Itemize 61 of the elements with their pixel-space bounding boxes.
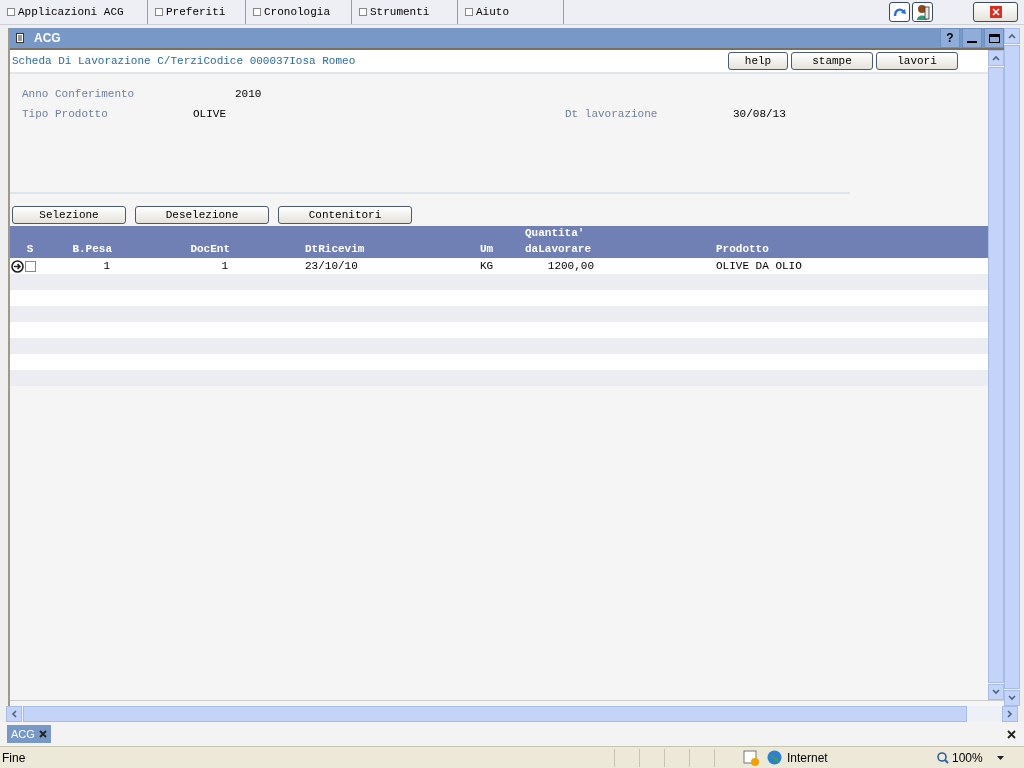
minimize-icon[interactable]: [962, 28, 982, 48]
status-text: Fine: [1, 749, 27, 767]
zoom-icon[interactable]: [937, 751, 949, 764]
refresh-icon[interactable]: [889, 2, 910, 22]
menu-item[interactable]: Strumenti: [352, 0, 458, 24]
field-label: Tipo Prodotto: [22, 107, 109, 120]
checkbox-icon: [155, 8, 163, 16]
action-button[interactable]: Selezione: [12, 206, 126, 224]
window-title: ACG: [34, 30, 61, 47]
zone-label: Internet: [787, 749, 829, 767]
column-header: S: [25, 242, 35, 257]
checkbox-icon: [253, 8, 261, 16]
form-title: Scheda Di Lavorazione C/TerziCodice 000037Iosa Romeo: [12, 53, 356, 69]
menu-item[interactable]: Aiuto: [458, 0, 564, 24]
globe-icon: [767, 750, 782, 765]
table-cell-text: 1200,00: [546, 258, 595, 274]
table-row[interactable]: 1 1 23/10/10 KG 1200,00 OLIVE DA OLIO: [10, 258, 988, 274]
table-cell-text: 23/10/10: [304, 258, 359, 274]
table-cell-text: KG: [479, 258, 495, 274]
close-button[interactable]: [973, 2, 1018, 22]
action-button[interactable]: Contenitori: [278, 206, 412, 224]
menu-item[interactable]: Applicazioni ACG: [0, 0, 148, 24]
field-label: Dt lavorazione: [565, 107, 659, 120]
column-header: B.Pesa: [71, 242, 113, 257]
field-value: 2010: [235, 87, 263, 100]
field-label: Anno Conferimento: [22, 87, 136, 100]
column-header: Um: [479, 242, 495, 257]
action-button[interactable]: lavori: [876, 52, 958, 70]
checkbox-icon: [465, 8, 473, 16]
column-header: DtRicevim: [304, 242, 366, 257]
table-cell-text: 1: [102, 258, 111, 274]
warning-icon: [743, 749, 759, 766]
column-header: Prodotto: [715, 242, 770, 257]
close-icon[interactable]: [1007, 729, 1016, 739]
column-header: Quantita' daLavorare: [524, 226, 592, 257]
checkbox-icon: [7, 8, 15, 16]
scroll-down-icon[interactable]: [1004, 690, 1020, 706]
column-header: DocEnt: [189, 242, 231, 257]
row-checkbox[interactable]: [25, 260, 36, 272]
field-value: 30/08/13: [733, 107, 787, 120]
action-button[interactable]: Deselezione: [135, 206, 269, 224]
table-cell-text: OLIVE DA OLIO: [715, 258, 803, 274]
field-value: OLIVE: [193, 107, 227, 120]
maximize-icon[interactable]: [984, 28, 1004, 48]
action-button[interactable]: help: [728, 52, 788, 70]
dropdown-icon[interactable]: [996, 755, 1004, 760]
table-cell-text: 1: [220, 258, 229, 274]
menu-item[interactable]: Preferiti: [148, 0, 246, 24]
checkbox-icon: [359, 8, 367, 16]
action-button[interactable]: stampe: [791, 52, 873, 70]
scroll-down-icon[interactable]: [988, 684, 1004, 700]
scroll-left-icon[interactable]: [6, 706, 22, 722]
document-icon: [16, 33, 24, 43]
user-icon[interactable]: [912, 2, 933, 22]
scroll-up-icon[interactable]: [1004, 28, 1020, 44]
close-icon: [989, 6, 1002, 18]
menu-item[interactable]: Cronologia: [246, 0, 352, 24]
scroll-up-icon[interactable]: [988, 50, 1004, 66]
zoom-level[interactable]: 100%: [952, 748, 983, 767]
help-button[interactable]: ?: [940, 28, 960, 48]
scroll-right-icon[interactable]: [1002, 706, 1018, 722]
